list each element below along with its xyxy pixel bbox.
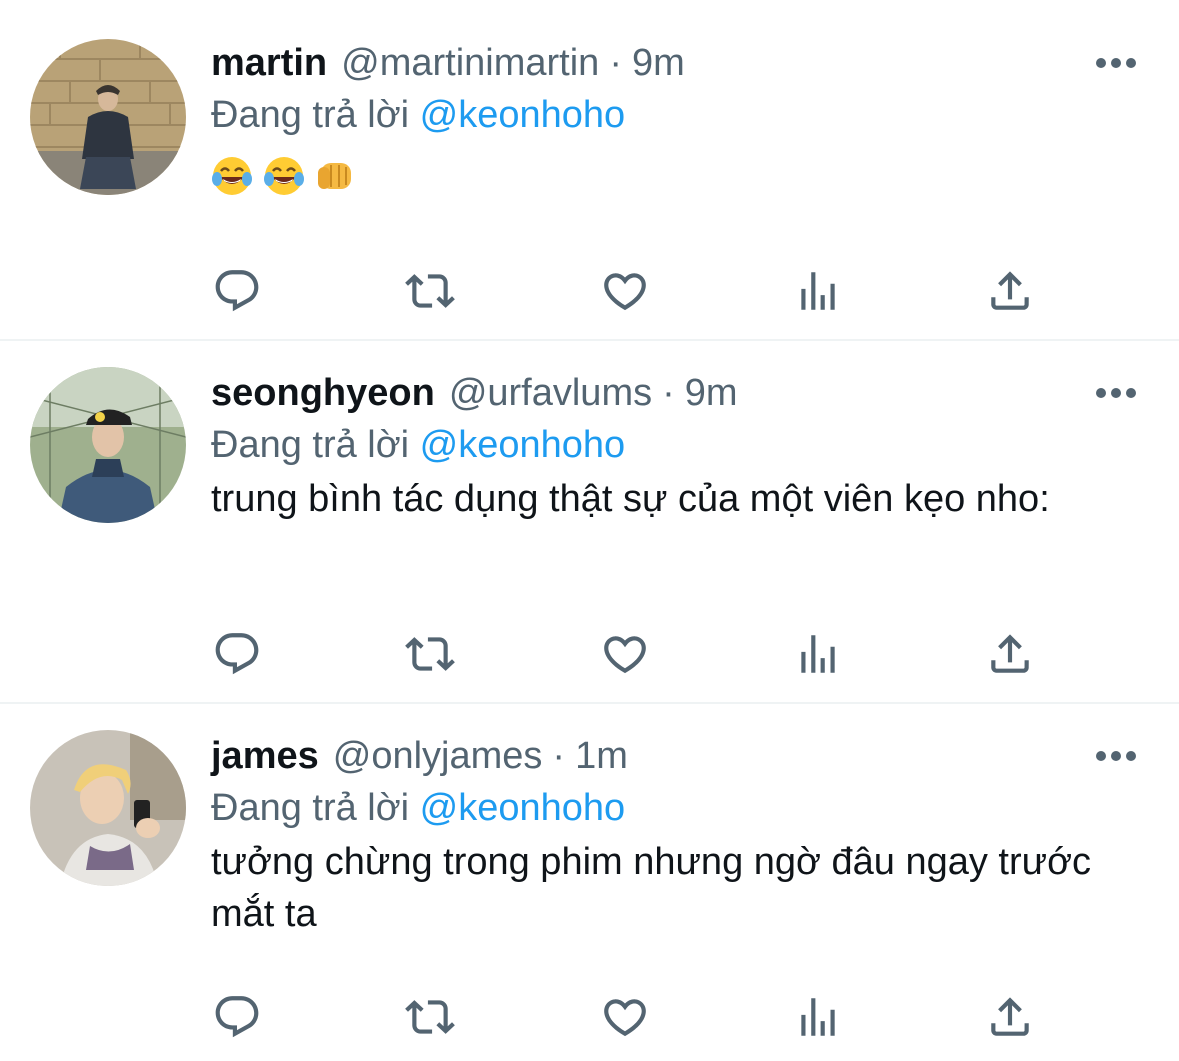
replying-to: Đang trả lời @keonhoho	[211, 91, 625, 139]
reply-button[interactable]	[212, 266, 262, 316]
tweet-text: trung bình tác dụng thật sự của một viên…	[211, 478, 1050, 520]
username[interactable]: @martinimartin	[341, 39, 599, 87]
mention-link[interactable]: @keonhoho	[420, 424, 626, 466]
replying-to: Đang trả lời @keonhoho	[211, 421, 625, 469]
more-options-icon[interactable]	[1094, 748, 1138, 764]
timestamp[interactable]: 9m	[632, 39, 685, 87]
share-button[interactable]	[985, 266, 1035, 316]
tweet-actions	[0, 992, 1179, 1042]
reply-icon	[212, 629, 262, 679]
username[interactable]: @urfavlums	[449, 369, 652, 417]
share-button[interactable]	[985, 629, 1035, 679]
like-icon	[600, 992, 650, 1042]
views-button[interactable]	[793, 992, 843, 1042]
replying-to-label: Đang trả lời	[211, 424, 410, 466]
more-options-icon[interactable]	[1094, 55, 1138, 71]
views-icon	[793, 266, 843, 316]
username[interactable]: @onlyjames	[333, 732, 543, 780]
separator: ·	[662, 372, 675, 414]
reply-button[interactable]	[212, 992, 262, 1042]
views-button[interactable]	[793, 629, 843, 679]
like-button[interactable]	[600, 266, 650, 316]
retweet-button[interactable]	[405, 629, 455, 679]
mention-link[interactable]: @keonhoho	[420, 94, 626, 136]
share-button[interactable]	[985, 992, 1035, 1042]
timestamp[interactable]: 9m	[685, 369, 738, 417]
divider	[0, 339, 1179, 341]
mention-link[interactable]: @keonhoho	[420, 787, 626, 829]
retweet-icon	[405, 629, 455, 679]
tweet-text	[211, 155, 357, 197]
reply-icon	[212, 992, 262, 1042]
avatar[interactable]	[30, 39, 186, 195]
views-icon	[793, 992, 843, 1042]
retweet-icon	[405, 992, 455, 1042]
share-icon	[985, 992, 1035, 1042]
oncoming-fist-icon	[318, 163, 351, 189]
separator: ·	[609, 42, 622, 84]
display-name[interactable]: james	[211, 732, 319, 780]
replying-to-label: Đang trả lời	[211, 94, 410, 136]
reply-button[interactable]	[212, 629, 262, 679]
avatar[interactable]	[30, 367, 186, 523]
reply-icon	[212, 266, 262, 316]
tweet-header: martin @martinimartin · 9m	[211, 39, 685, 87]
more-options-icon[interactable]	[1094, 385, 1138, 401]
replying-to: Đang trả lời @keonhoho	[211, 784, 625, 832]
tweet-actions	[0, 629, 1179, 679]
retweet-button[interactable]	[405, 266, 455, 316]
views-icon	[793, 629, 843, 679]
display-name[interactable]: martin	[211, 39, 327, 87]
like-icon	[600, 629, 650, 679]
retweet-icon	[405, 266, 455, 316]
separator: ·	[552, 735, 566, 777]
tweet-header: seonghyeon @urfavlums · 9m	[211, 369, 738, 417]
like-icon	[600, 266, 650, 316]
share-icon	[985, 629, 1035, 679]
timestamp[interactable]: 1m	[575, 732, 628, 780]
face-with-tears-of-joy-icon	[212, 157, 252, 195]
retweet-button[interactable]	[405, 992, 455, 1042]
avatar[interactable]	[30, 730, 186, 886]
divider	[0, 702, 1179, 704]
like-button[interactable]	[600, 992, 650, 1042]
tweet-header: james @onlyjames · 1m	[211, 732, 628, 780]
display-name[interactable]: seonghyeon	[211, 369, 435, 417]
like-button[interactable]	[600, 629, 650, 679]
tweet-actions	[0, 266, 1179, 316]
tweet-text: tưởng chừng trong phim nhưng ngờ đâu nga…	[211, 841, 1091, 935]
replying-to-label: Đang trả lời	[211, 787, 410, 829]
face-with-tears-of-joy-icon	[264, 157, 304, 195]
views-button[interactable]	[793, 266, 843, 316]
share-icon	[985, 266, 1035, 316]
